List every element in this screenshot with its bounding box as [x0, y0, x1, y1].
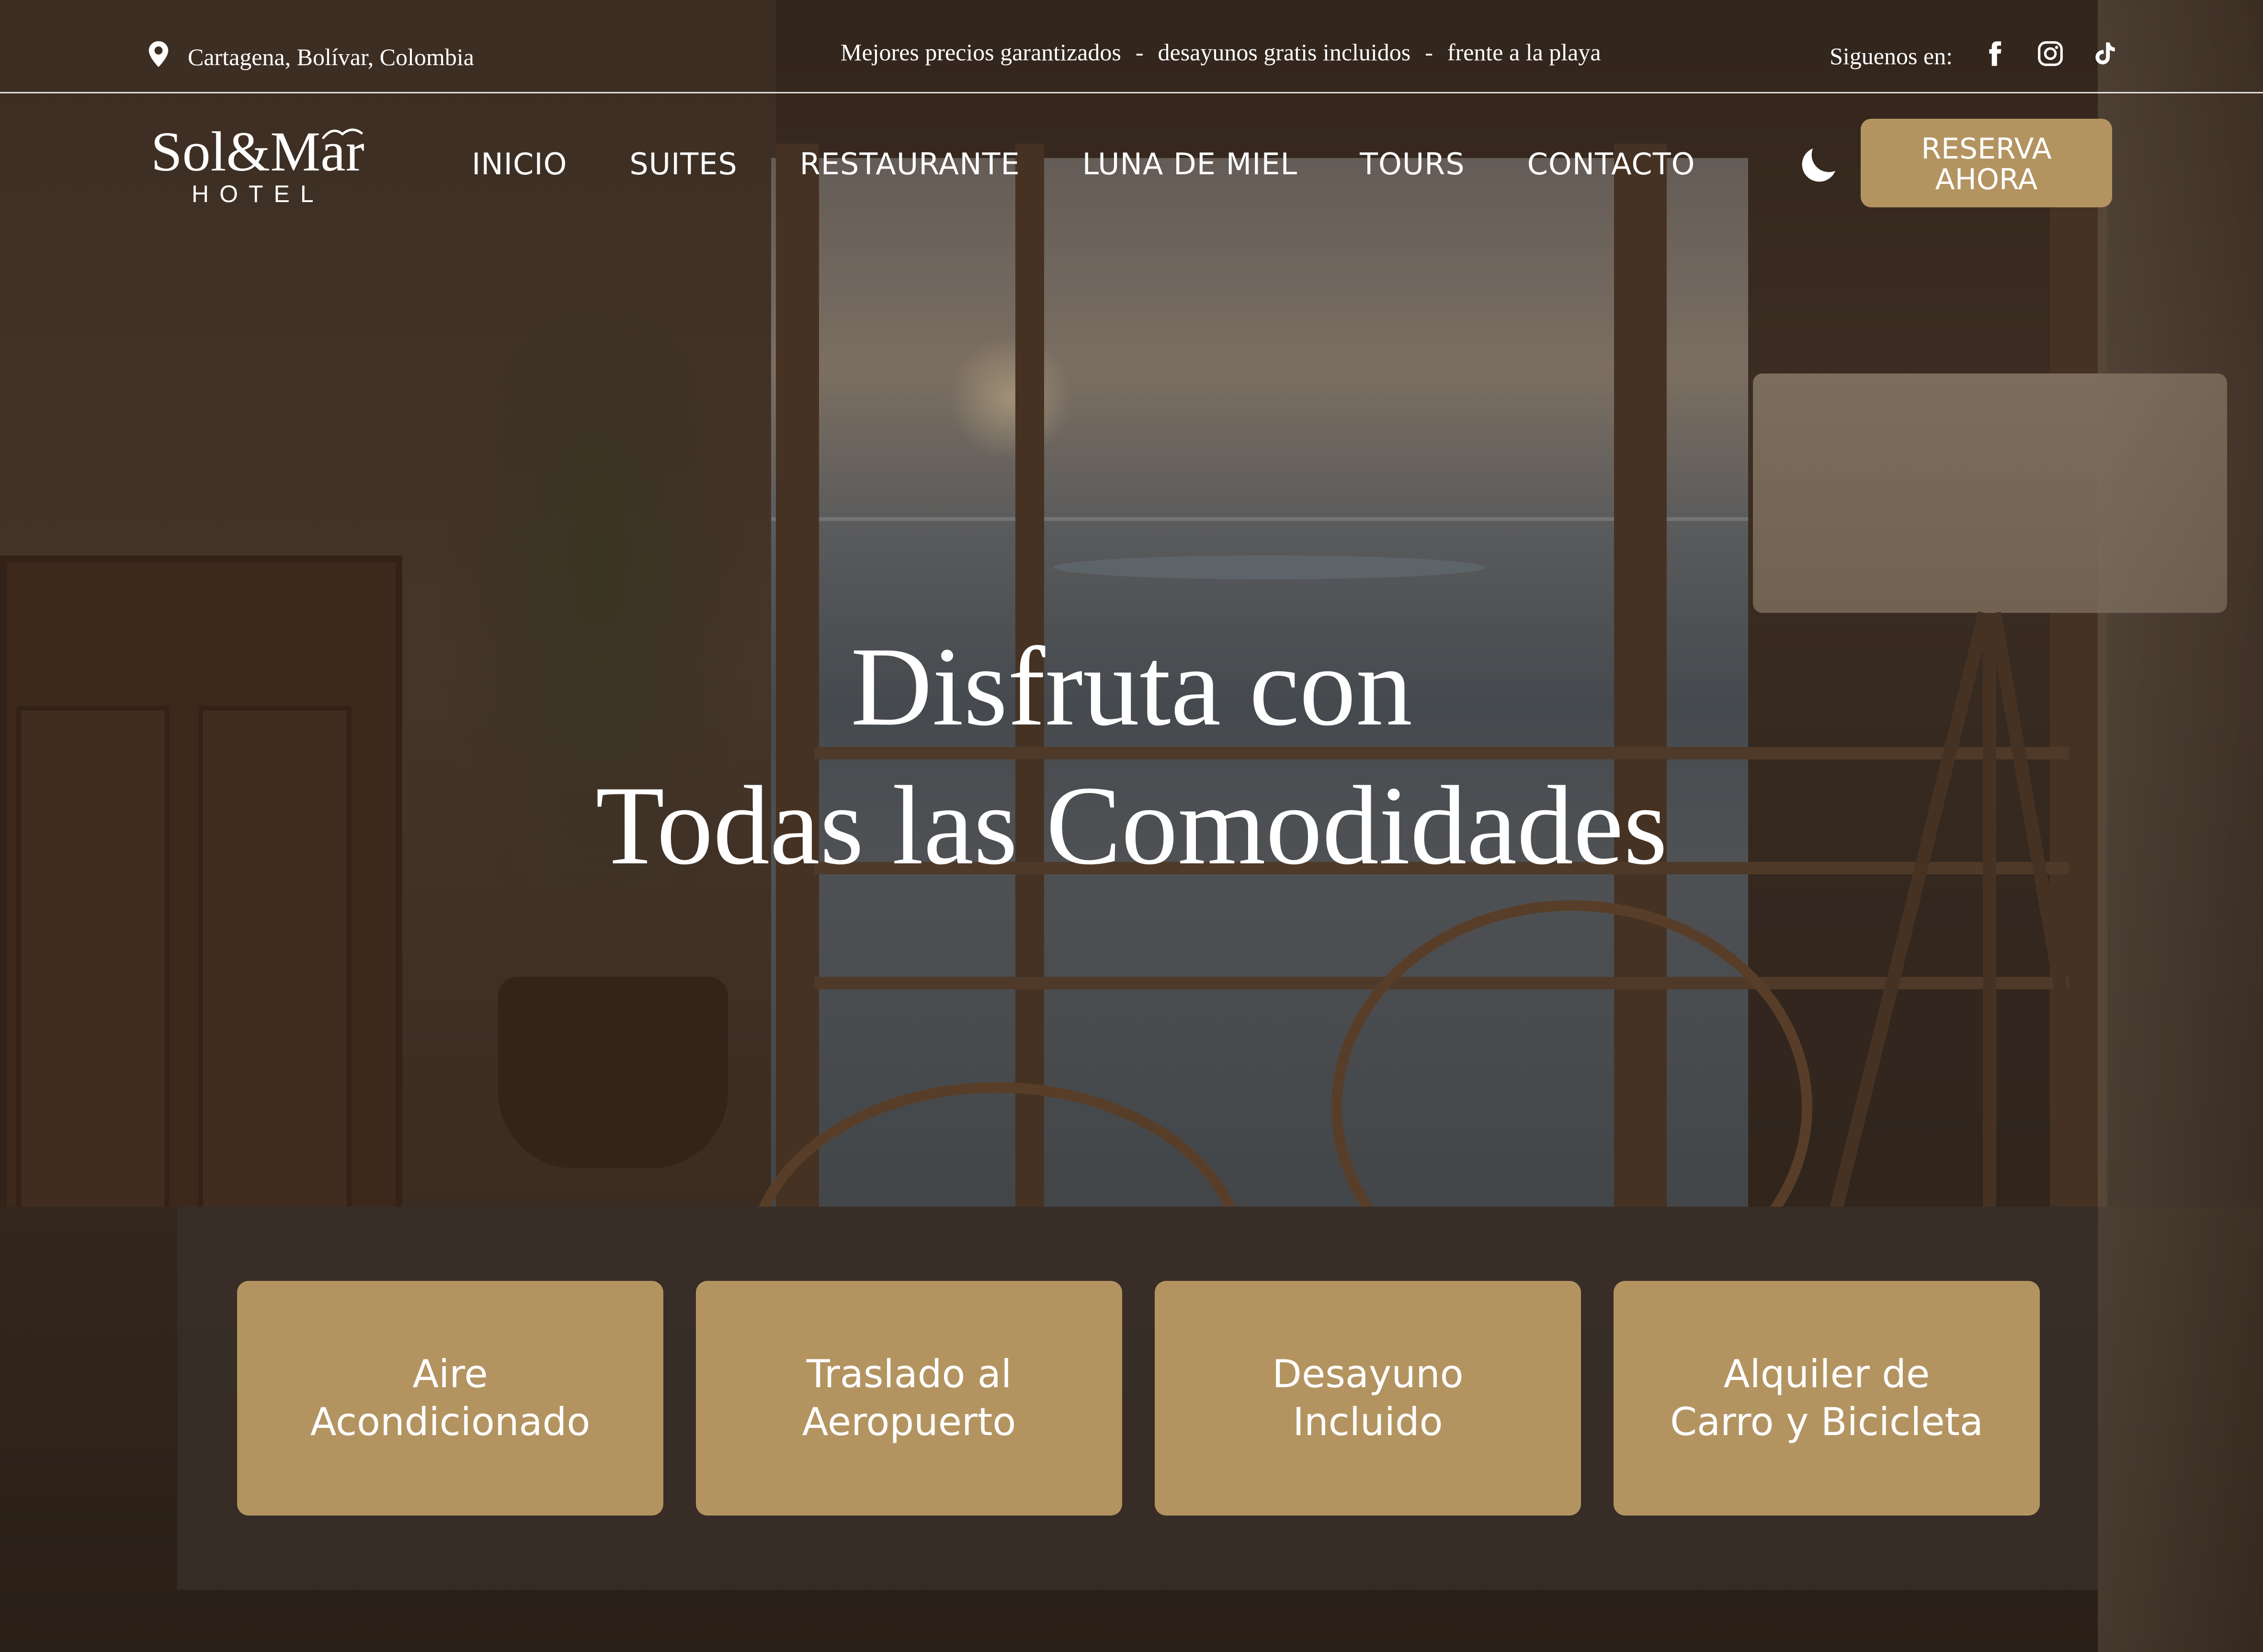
hero-title: Disfruta con Todas las Comodidades: [0, 618, 2263, 895]
logo-subtitle: HOTEL: [192, 181, 324, 207]
nav-item-suites[interactable]: SUITES: [629, 147, 737, 181]
amenity-car-bike-rental: Alquiler de Carro y Bicicleta: [1614, 1281, 2040, 1516]
nav-item-restaurante[interactable]: RESTAURANTE: [800, 147, 1020, 181]
location-pin-icon: [148, 41, 169, 73]
amenities-panel: Aire Acondicionado Traslado al Aeropuert…: [177, 1207, 2098, 1590]
instagram-icon[interactable]: [2037, 40, 2064, 67]
reserve-now-button[interactable]: RESERVA AHORA: [1861, 119, 2112, 207]
hero-title-line1: Disfruta con: [850, 624, 1413, 749]
social-label: Siguenos en:: [1830, 43, 1953, 69]
hero-title-line2: Todas las Comodidades: [595, 763, 1668, 888]
nav-item-contacto[interactable]: CONTACTO: [1527, 147, 1695, 181]
amenity-breakfast-included: Desayuno Incluido: [1155, 1281, 1581, 1516]
amenity-air-conditioning: Aire Acondicionado: [237, 1281, 663, 1516]
nav-menu: INICIO SUITES RESTAURANTE LUNA DE MIEL T…: [472, 147, 1695, 181]
nav-item-luna-de-miel[interactable]: LUNA DE MIEL: [1082, 147, 1297, 181]
facebook-icon[interactable]: [1981, 40, 2008, 67]
nav-item-tours[interactable]: TOURS: [1360, 147, 1465, 181]
amenity-airport-transfer: Traslado al Aeropuerto: [696, 1281, 1122, 1516]
main-nav: Sol&Mar HOTEL INICIO SUITES RESTAURANTE …: [0, 95, 2263, 234]
tagline-separator: -: [1135, 39, 1144, 66]
tiktok-icon[interactable]: [2092, 40, 2119, 67]
location: Cartagena, Bolívar, Colombia: [148, 41, 474, 73]
tagline-prices: Mejores precios garantizados: [841, 39, 1121, 66]
moon-icon[interactable]: [1796, 142, 1842, 188]
page: Cartagena, Bolívar, Colombia Mejores pre…: [0, 0, 2263, 1652]
reserve-now-label: RESERVA AHORA: [1921, 132, 2052, 196]
top-info-bar: Cartagena, Bolívar, Colombia Mejores pre…: [0, 0, 2263, 93]
tagline: Mejores precios garantizados - desayunos…: [841, 38, 1601, 66]
amenities-list: Aire Acondicionado Traslado al Aeropuert…: [237, 1281, 2040, 1516]
bird-icon: [322, 128, 363, 139]
tagline-breakfast: desayunos gratis incluidos: [1158, 39, 1411, 66]
nav-item-inicio[interactable]: INICIO: [472, 147, 567, 181]
social-links: Siguenos en:: [1830, 37, 2119, 70]
tagline-beach: frente a la playa: [1447, 39, 1601, 66]
hotel-logo[interactable]: Sol&Mar HOTEL: [151, 124, 371, 210]
tagline-separator: -: [1425, 39, 1433, 66]
location-text: Cartagena, Bolívar, Colombia: [188, 44, 474, 70]
